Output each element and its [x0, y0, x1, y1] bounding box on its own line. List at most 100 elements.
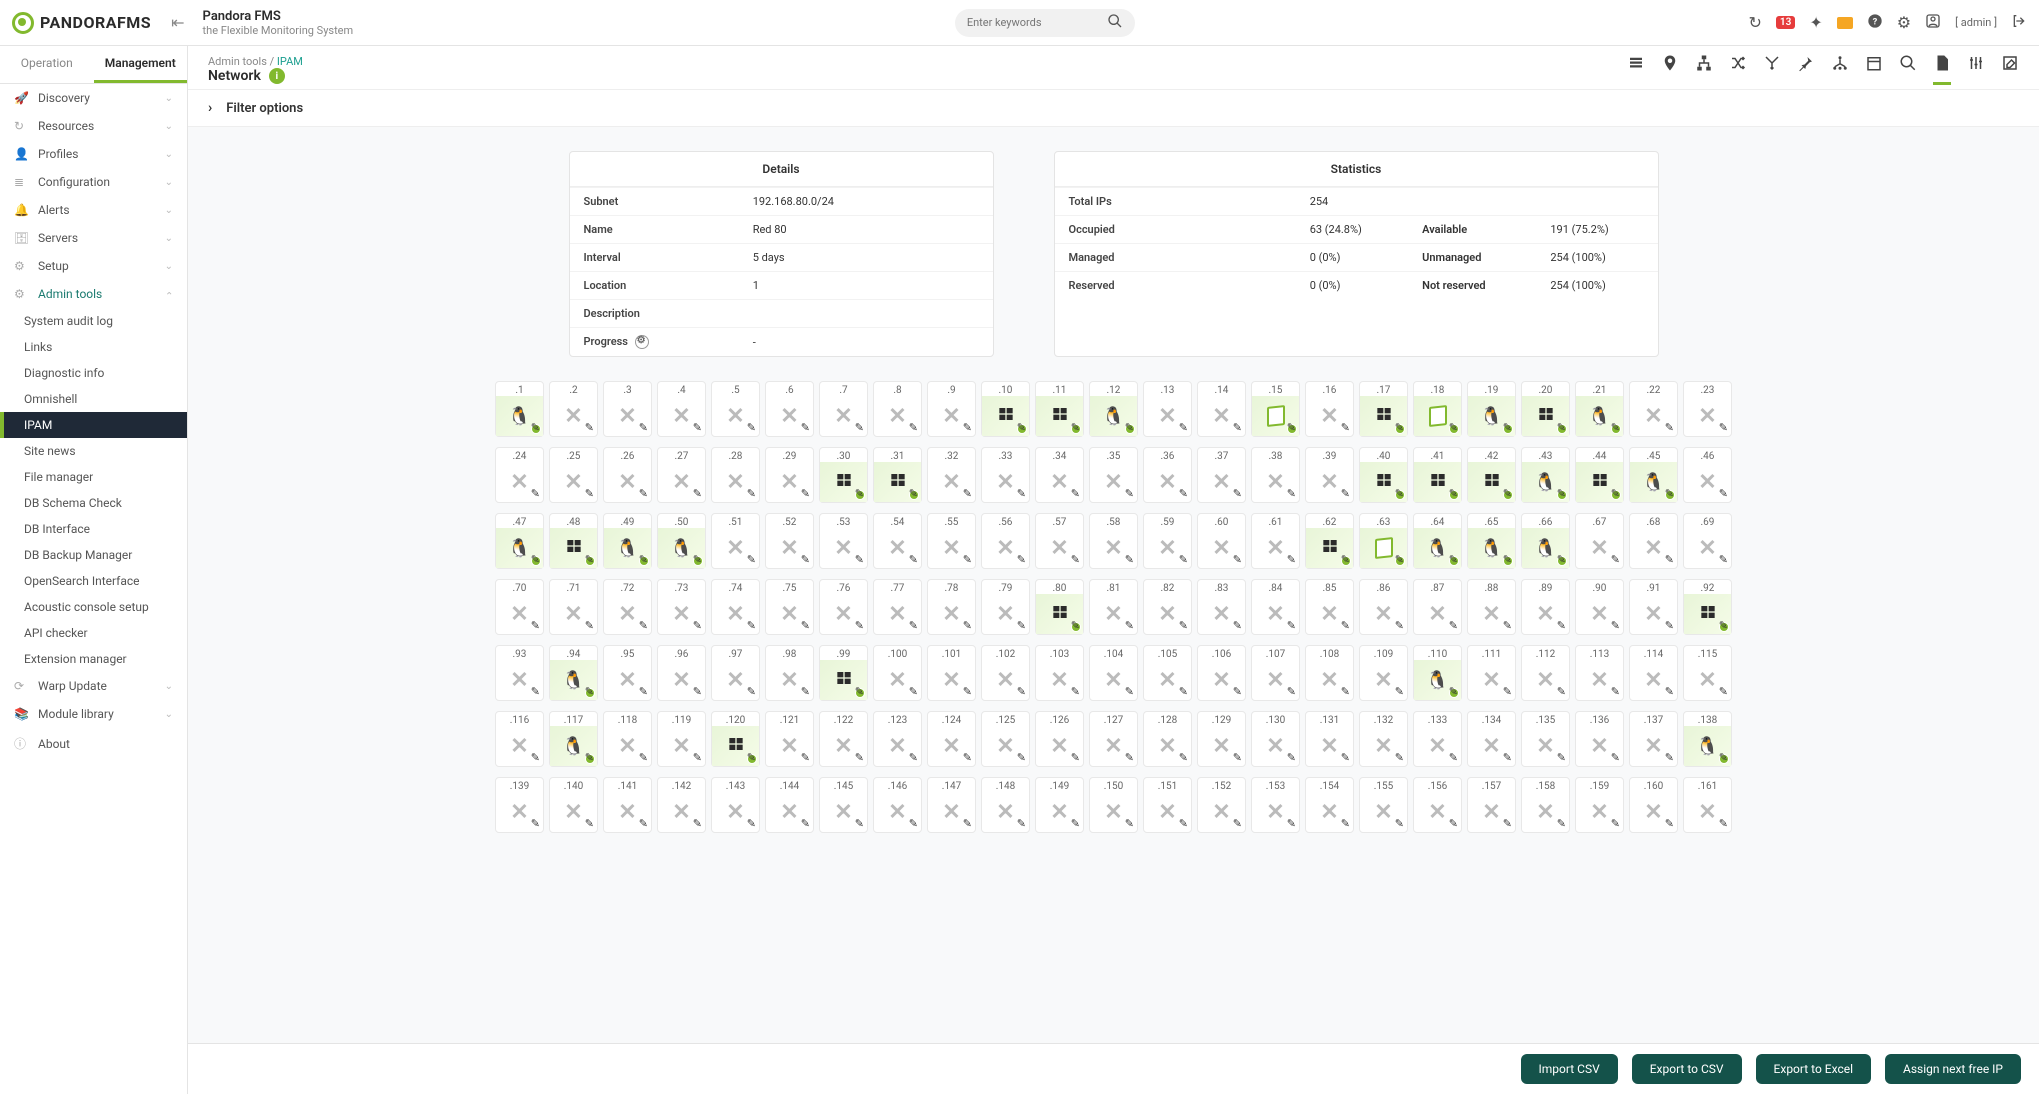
edit-icon[interactable]: ✎: [855, 487, 864, 500]
export-csv-button[interactable]: Export to CSV: [1632, 1054, 1742, 1084]
edit-icon[interactable]: ✎: [1557, 817, 1566, 830]
edit-icon[interactable]: ✎: [1179, 487, 1188, 500]
network-icon[interactable]: [1831, 54, 1849, 85]
search-input[interactable]: [967, 16, 1107, 29]
ip-cell-49[interactable]: .49🐧✎: [603, 513, 652, 569]
edit-icon[interactable]: ✎: [585, 553, 594, 566]
ip-cell-68[interactable]: .68✕✎: [1629, 513, 1678, 569]
edit-icon[interactable]: ✎: [1125, 553, 1134, 566]
edit-icon[interactable]: ✎: [1125, 487, 1134, 500]
edit-icon[interactable]: ✎: [585, 619, 594, 632]
edit-icon[interactable]: ✎: [1449, 619, 1458, 632]
edit-icon[interactable]: ✎: [909, 619, 918, 632]
edit-icon[interactable]: ✎: [585, 421, 594, 434]
ip-cell-129[interactable]: .129✕✎: [1197, 711, 1246, 767]
edit-icon[interactable]: ✎: [801, 619, 810, 632]
sidebar-item-setup[interactable]: ⚙Setup⌄: [0, 252, 187, 280]
ip-cell-145[interactable]: .145✕✎: [819, 777, 868, 833]
ip-cell-70[interactable]: .70✕✎: [495, 579, 544, 635]
ip-cell-89[interactable]: .89✕✎: [1521, 579, 1570, 635]
ip-cell-147[interactable]: .147✕✎: [927, 777, 976, 833]
ip-cell-113[interactable]: .113✕✎: [1575, 645, 1624, 701]
edit-icon[interactable]: ✎: [1071, 817, 1080, 830]
list-icon[interactable]: [1627, 54, 1645, 85]
edit-icon[interactable]: ✎: [855, 685, 864, 698]
edit-icon[interactable]: ✎: [1341, 421, 1350, 434]
sidebar-item-warp-update[interactable]: ⟳Warp Update⌄: [0, 672, 187, 700]
edit-icon[interactable]: ✎: [1017, 619, 1026, 632]
edit-icon[interactable]: ✎: [693, 553, 702, 566]
edit-icon[interactable]: ✎: [747, 751, 756, 764]
ip-cell-102[interactable]: .102✕✎: [981, 645, 1030, 701]
edit-icon[interactable]: ✎: [1233, 619, 1242, 632]
ip-cell-100[interactable]: .100✕✎: [873, 645, 922, 701]
edit-icon[interactable]: ✎: [531, 817, 540, 830]
ip-cell-93[interactable]: .93✕✎: [495, 645, 544, 701]
import-csv-button[interactable]: Import CSV: [1521, 1054, 1618, 1084]
edit-icon[interactable]: ✎: [1611, 685, 1620, 698]
ip-cell-139[interactable]: .139✕✎: [495, 777, 544, 833]
ip-cell-58[interactable]: .58✕✎: [1089, 513, 1138, 569]
ip-cell-15[interactable]: .15✎: [1251, 381, 1300, 437]
edit-icon[interactable]: ✎: [963, 817, 972, 830]
edit-icon[interactable]: ✎: [909, 487, 918, 500]
edit-icon[interactable]: ✎: [1179, 619, 1188, 632]
edit-icon[interactable]: ✎: [639, 421, 648, 434]
edit-icon[interactable]: ✎: [639, 487, 648, 500]
ip-cell-124[interactable]: .124✕✎: [927, 711, 976, 767]
edit-icon[interactable]: ✎: [855, 817, 864, 830]
edit-icon[interactable]: ✎: [1719, 817, 1728, 830]
ip-cell-18[interactable]: .18✎: [1413, 381, 1462, 437]
calendar-icon[interactable]: [1865, 54, 1883, 85]
edit-icon[interactable]: ✎: [1395, 553, 1404, 566]
edit-icon[interactable]: ✎: [1719, 487, 1728, 500]
edit-icon[interactable]: ✎: [531, 421, 540, 434]
edit-icon[interactable]: ✎: [1611, 553, 1620, 566]
ip-cell-130[interactable]: .130✕✎: [1251, 711, 1300, 767]
ip-cell-160[interactable]: .160✕✎: [1629, 777, 1678, 833]
edit-icon[interactable]: ✎: [801, 487, 810, 500]
edit-icon[interactable]: ✎: [747, 487, 756, 500]
edit-icon[interactable]: ✎: [693, 817, 702, 830]
edit-icon[interactable]: ✎: [1557, 751, 1566, 764]
ip-cell-12[interactable]: .12🐧✎: [1089, 381, 1138, 437]
ip-cell-99[interactable]: .99✎: [819, 645, 868, 701]
ip-cell-148[interactable]: .148✕✎: [981, 777, 1030, 833]
ip-cell-75[interactable]: .75✕✎: [765, 579, 814, 635]
ip-cell-45[interactable]: .45🐧✎: [1629, 447, 1678, 503]
edit-icon[interactable]: ✎: [801, 553, 810, 566]
ip-cell-71[interactable]: .71✕✎: [549, 579, 598, 635]
sidebar-sub-file-manager[interactable]: File manager: [0, 464, 187, 490]
ip-cell-72[interactable]: .72✕✎: [603, 579, 652, 635]
edit-icon[interactable]: ✎: [1017, 487, 1026, 500]
edit-icon[interactable]: ✎: [693, 619, 702, 632]
edit-icon[interactable]: ✎: [1287, 553, 1296, 566]
sidebar-sub-system-audit-log[interactable]: System audit log: [0, 308, 187, 334]
edit-icon[interactable]: ✎: [1611, 751, 1620, 764]
ip-cell-135[interactable]: .135✕✎: [1521, 711, 1570, 767]
ip-cell-56[interactable]: .56✕✎: [981, 513, 1030, 569]
ip-cell-19[interactable]: .19🐧✎: [1467, 381, 1516, 437]
edit-icon[interactable]: ✎: [639, 817, 648, 830]
edit-icon[interactable]: ✎: [1557, 487, 1566, 500]
edit-icon[interactable]: ✎: [1287, 421, 1296, 434]
ip-cell-116[interactable]: .116✕✎: [495, 711, 544, 767]
edit-icon[interactable]: ✎: [1449, 553, 1458, 566]
ip-cell-5[interactable]: .5✕✎: [711, 381, 760, 437]
edit-icon[interactable]: ✎: [1341, 817, 1350, 830]
edit-icon[interactable]: ✎: [1665, 685, 1674, 698]
edit-icon[interactable]: ✎: [963, 487, 972, 500]
ip-cell-155[interactable]: .155✕✎: [1359, 777, 1408, 833]
edit-icon[interactable]: ✎: [1665, 751, 1674, 764]
ip-cell-29[interactable]: .29✕✎: [765, 447, 814, 503]
ip-cell-64[interactable]: .64🐧✎: [1413, 513, 1462, 569]
edit-icon[interactable]: ✎: [747, 685, 756, 698]
edit-icon[interactable]: ✎: [1179, 421, 1188, 434]
sidebar-sub-diagnostic-info[interactable]: Diagnostic info: [0, 360, 187, 386]
edit-icon[interactable]: ✎: [1395, 751, 1404, 764]
merge-icon[interactable]: [1763, 54, 1781, 85]
ip-cell-1[interactable]: .1🐧✎: [495, 381, 544, 437]
edit-icon[interactable]: ✎: [747, 421, 756, 434]
ip-cell-109[interactable]: .109✕✎: [1359, 645, 1408, 701]
ip-cell-37[interactable]: .37✕✎: [1197, 447, 1246, 503]
